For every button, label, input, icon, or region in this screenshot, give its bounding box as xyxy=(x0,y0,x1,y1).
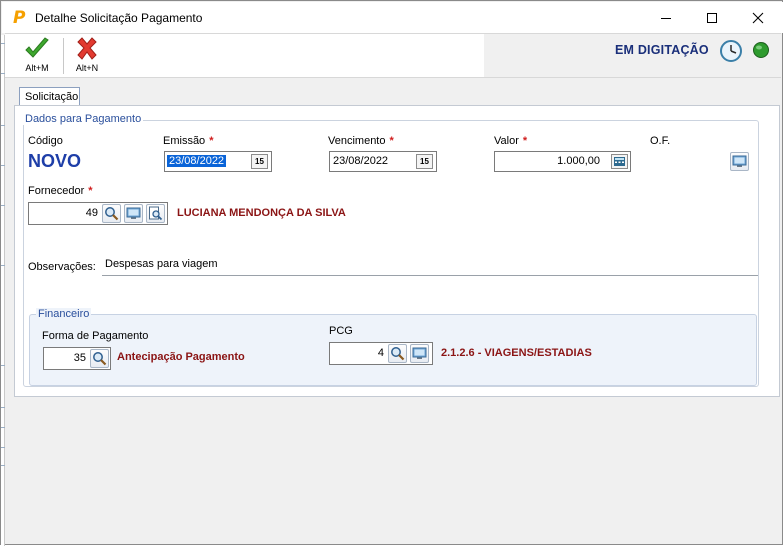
red-x-icon xyxy=(77,37,97,60)
background-window-edge xyxy=(1,35,5,546)
fornecedor-name: LUCIANA MENDONÇA DA SILVA xyxy=(177,207,346,219)
checkmark-icon xyxy=(25,37,49,58)
fornecedor-code: 49 xyxy=(85,207,98,219)
calendar-icon[interactable]: 15 xyxy=(251,154,268,169)
forma-pagamento-field[interactable]: 35 xyxy=(43,347,111,370)
p-logo-icon: P xyxy=(13,8,26,28)
green-status-icon xyxy=(753,42,769,58)
forma-pagamento-desc: Antecipação Pagamento xyxy=(117,351,245,363)
dados-pagamento-legend: Dados para Pagamento xyxy=(23,113,144,125)
minimize-icon xyxy=(661,18,671,19)
required-mark: * xyxy=(209,135,214,147)
clock-icon[interactable] xyxy=(719,39,743,63)
emissao-label: Emissão * xyxy=(163,135,214,147)
pcg-code: 4 xyxy=(377,347,384,359)
magnifier-icon xyxy=(391,347,405,361)
save-button[interactable]: Alt+M xyxy=(14,36,60,76)
valor-label: Valor * xyxy=(494,135,528,147)
fornecedor-field[interactable]: 49 xyxy=(28,202,168,225)
magnifier-icon xyxy=(93,352,107,366)
maximize-button[interactable] xyxy=(689,3,735,33)
codigo-label: Código xyxy=(28,135,63,147)
app-window: P Detalhe Solicitação Pagamento Alt+M Al… xyxy=(0,0,783,546)
fornecedor-detail-button[interactable] xyxy=(146,204,165,223)
monitor-icon xyxy=(732,155,747,167)
vencimento-label: Vencimento * xyxy=(328,135,394,147)
minimize-button[interactable] xyxy=(643,3,689,33)
vencimento-value: 23/08/2022 xyxy=(333,155,389,167)
monitor-icon xyxy=(126,207,141,219)
tab-solicitacao[interactable]: Solicitação xyxy=(19,87,80,106)
required-mark: * xyxy=(88,185,93,197)
financeiro-legend: Financeiro xyxy=(36,308,92,320)
save-shortcut-label: Alt+M xyxy=(25,63,49,73)
calculator-icon[interactable] xyxy=(611,154,628,169)
pcg-search-button[interactable] xyxy=(388,344,407,363)
pcg-desc: 2.1.2.6 - VIAGENS/ESTADIAS xyxy=(441,347,592,359)
maximize-icon xyxy=(707,13,717,23)
monitor-icon xyxy=(412,347,427,359)
magnifier-icon xyxy=(105,207,119,221)
calendar-icon[interactable]: 15 xyxy=(416,154,433,169)
cancel-shortcut-label: Alt+N xyxy=(75,63,99,73)
codigo-value: NOVO xyxy=(28,151,82,171)
fornecedor-search-button[interactable] xyxy=(102,204,121,223)
emissao-value: 23/08/2022 xyxy=(167,155,227,167)
close-icon xyxy=(752,12,764,24)
close-window-button[interactable] xyxy=(735,3,781,33)
of-lookup-button[interactable] xyxy=(730,152,749,171)
valor-field[interactable]: 1.000,00 xyxy=(494,151,631,172)
document-search-icon xyxy=(149,206,163,221)
valor-value: 1.000,00 xyxy=(557,155,600,167)
vencimento-field[interactable]: 23/08/2022 15 xyxy=(329,151,437,172)
required-mark: * xyxy=(389,135,394,147)
observacoes-label: Observações: xyxy=(28,261,96,273)
forma-pagamento-code: 35 xyxy=(73,352,86,364)
title-bar: P Detalhe Solicitação Pagamento xyxy=(2,2,783,33)
cancel-button[interactable]: Alt+N xyxy=(64,36,110,76)
fornecedor-view-button[interactable] xyxy=(124,204,143,223)
status-label: EM DIGITAÇÃO xyxy=(615,43,709,57)
pcg-field[interactable]: 4 xyxy=(329,342,433,365)
pcg-label: PCG xyxy=(329,325,353,337)
observacoes-field[interactable]: Despesas para viagem xyxy=(102,255,758,276)
emissao-field[interactable]: 23/08/2022 15 xyxy=(164,151,272,172)
required-mark: * xyxy=(522,135,528,147)
of-label: O.F. xyxy=(650,135,671,147)
forma-pagamento-label: Forma de Pagamento xyxy=(42,330,149,342)
pcg-view-button[interactable] xyxy=(410,344,429,363)
fornecedor-label: Fornecedor * xyxy=(28,185,93,197)
forma-pagamento-search-button[interactable] xyxy=(90,349,109,368)
window-title: Detalhe Solicitação Pagamento xyxy=(35,11,203,25)
